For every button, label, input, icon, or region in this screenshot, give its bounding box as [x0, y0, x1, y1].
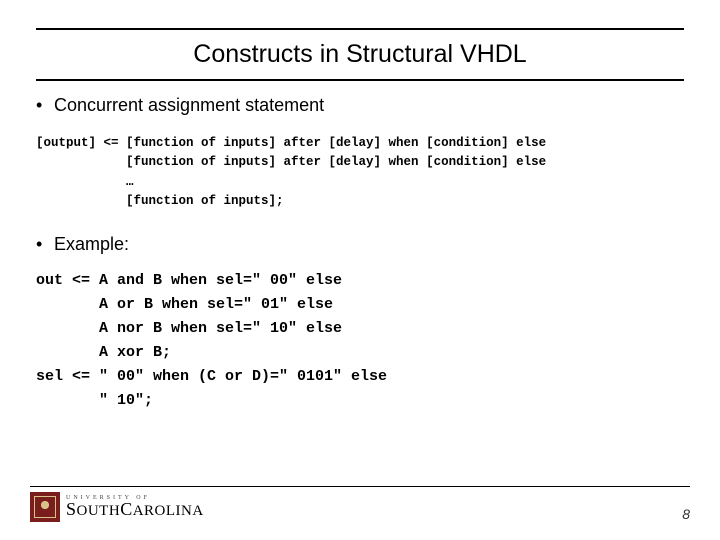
title-rule: [36, 79, 684, 81]
logo-text: UNIVERSITY OF SOUTHCAROLINA: [66, 496, 204, 519]
bullet-text-2: Example:: [54, 234, 129, 255]
top-rule: [36, 28, 684, 30]
syntax-line-2: [function of inputs] after [delay] when …: [36, 155, 546, 169]
example-line-3: A nor B when sel=" 10" else: [36, 320, 342, 337]
example-block: out <= A and B when sel=" 00" else A or …: [36, 269, 684, 413]
example-line-2: A or B when sel=" 01" else: [36, 296, 333, 313]
bullet-dot-icon: •: [36, 234, 54, 255]
page-number: 8: [682, 506, 690, 522]
bullet-concurrent: • Concurrent assignment statement: [36, 95, 684, 116]
syntax-line-4: [function of inputs];: [36, 194, 284, 208]
footer: UNIVERSITY OF SOUTHCAROLINA 8: [30, 492, 690, 522]
slide-title: Constructs in Structural VHDL: [36, 40, 684, 69]
example-line-1: out <= A and B when sel=" 00" else: [36, 272, 342, 289]
university-logo: UNIVERSITY OF SOUTHCAROLINA: [30, 492, 204, 522]
example-line-6: " 10";: [36, 392, 153, 409]
bullet-text-1: Concurrent assignment statement: [54, 95, 324, 116]
logo-main-line: SOUTHCAROLINA: [66, 501, 204, 518]
example-line-5: sel <= " 00" when (C or D)=" 0101" else: [36, 368, 387, 385]
syntax-line-1: [output] <= [function of inputs] after […: [36, 136, 546, 150]
bullet-dot-icon: •: [36, 95, 54, 116]
syntax-block: [output] <= [function of inputs] after […: [36, 134, 684, 212]
bullet-example: • Example:: [36, 234, 684, 255]
footer-rule: [30, 486, 690, 487]
example-line-4: A xor B;: [36, 344, 171, 361]
logo-mark-icon: [30, 492, 60, 522]
syntax-line-3: …: [36, 175, 134, 189]
